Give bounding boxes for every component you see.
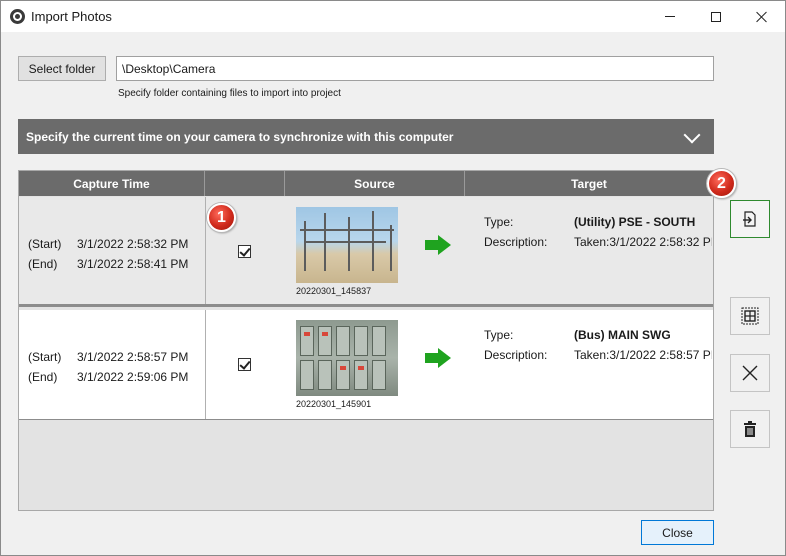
callout-badge-2: 2 — [707, 169, 736, 198]
panel-shape — [372, 326, 386, 356]
close-icon — [756, 11, 768, 23]
close-button[interactable]: Close — [641, 520, 714, 545]
target-description-label: Description: — [484, 235, 548, 249]
chevron-down-icon[interactable] — [683, 126, 701, 144]
column-header-target[interactable]: Target — [465, 171, 713, 196]
target-description-label: Description: — [484, 348, 548, 362]
select-all-icon — [741, 307, 759, 325]
delete-button[interactable] — [730, 410, 770, 448]
arrow-right-icon — [425, 348, 451, 368]
grid-header: Capture Time Source Target — [19, 171, 713, 196]
tag-shape — [340, 366, 346, 370]
tower-shape — [348, 217, 350, 271]
start-label: (Start) — [28, 237, 62, 251]
close-icon — [742, 365, 758, 381]
panel-shape — [336, 326, 350, 356]
panel-shape — [372, 360, 386, 390]
table-row[interactable]: (Start) 3/1/2022 2:58:57 PM (End) 3/1/20… — [19, 310, 713, 420]
target-type-value[interactable]: (Bus) MAIN SWG — [574, 328, 712, 342]
minimize-button[interactable] — [647, 1, 693, 32]
import-button[interactable] — [730, 200, 770, 238]
maximize-icon — [711, 11, 721, 22]
start-label: (Start) — [28, 350, 62, 364]
start-time: 3/1/2022 2:58:32 PM — [77, 237, 189, 251]
callout-badge-1: 1 — [207, 203, 236, 232]
start-time: 3/1/2022 2:58:57 PM — [77, 350, 189, 364]
clear-selection-button[interactable] — [730, 354, 770, 392]
photo-filename: 20220301_145901 — [296, 399, 372, 409]
app-logo-icon — [10, 9, 25, 24]
maximize-button[interactable] — [693, 1, 739, 32]
title-bar[interactable]: Import Photos — [1, 1, 785, 32]
panel-shape — [318, 326, 332, 356]
photo-import-grid: Capture Time Source Target (Start) 3/1/2… — [18, 170, 714, 511]
column-header-source[interactable]: Source — [285, 171, 465, 196]
import-icon — [743, 211, 756, 227]
folder-path-input[interactable] — [116, 56, 714, 81]
target-description-value[interactable]: Taken:3/1/2022 2:58:32 PI — [574, 235, 712, 249]
cell-divider — [205, 197, 206, 304]
import-photos-window: Import Photos Select folder Specify fold… — [0, 0, 786, 556]
target-description-value[interactable]: Taken:3/1/2022 2:58:57 PI — [574, 348, 712, 362]
beam-shape — [306, 241, 386, 243]
end-label: (End) — [28, 257, 58, 271]
tower-shape — [390, 225, 392, 271]
folder-hint-text: Specify folder containing files to impor… — [118, 88, 341, 99]
tag-shape — [304, 332, 310, 336]
table-row[interactable]: (Start) 3/1/2022 2:58:32 PM (End) 3/1/20… — [19, 197, 713, 307]
sync-time-label: Specify the current time on your camera … — [26, 130, 454, 144]
end-label: (End) — [28, 370, 58, 384]
photo-filename: 20220301_145837 — [296, 286, 372, 296]
cell-divider — [205, 310, 206, 419]
panel-shape — [354, 360, 368, 390]
panel-shape — [336, 360, 350, 390]
panel-shape — [300, 360, 314, 390]
photo-thumbnail[interactable] — [296, 320, 398, 396]
photo-thumbnail[interactable] — [296, 207, 398, 283]
target-type-label: Type: — [484, 215, 514, 229]
column-header-include[interactable] — [205, 171, 285, 196]
window-title: Import Photos — [31, 9, 112, 24]
end-time: 3/1/2022 2:59:06 PM — [77, 370, 189, 384]
sync-time-expander[interactable]: Specify the current time on your camera … — [18, 119, 714, 154]
target-type-value[interactable]: (Utility) PSE - SOUTH — [574, 215, 712, 229]
panel-shape — [318, 360, 332, 390]
panel-shape — [300, 326, 314, 356]
include-checkbox[interactable] — [238, 358, 251, 371]
close-window-button[interactable] — [739, 1, 785, 32]
tag-shape — [358, 366, 364, 370]
column-header-capture-time[interactable]: Capture Time — [19, 171, 205, 196]
minimize-icon — [665, 16, 675, 17]
select-all-button[interactable] — [730, 297, 770, 335]
include-checkbox[interactable] — [238, 245, 251, 258]
tag-shape — [322, 332, 328, 336]
end-time: 3/1/2022 2:58:41 PM — [77, 257, 189, 271]
trash-icon — [744, 421, 756, 437]
select-folder-button[interactable]: Select folder — [18, 56, 106, 81]
beam-shape — [300, 229, 394, 231]
panel-shape — [354, 326, 368, 356]
target-type-label: Type: — [484, 328, 514, 342]
arrow-right-icon — [425, 235, 451, 255]
